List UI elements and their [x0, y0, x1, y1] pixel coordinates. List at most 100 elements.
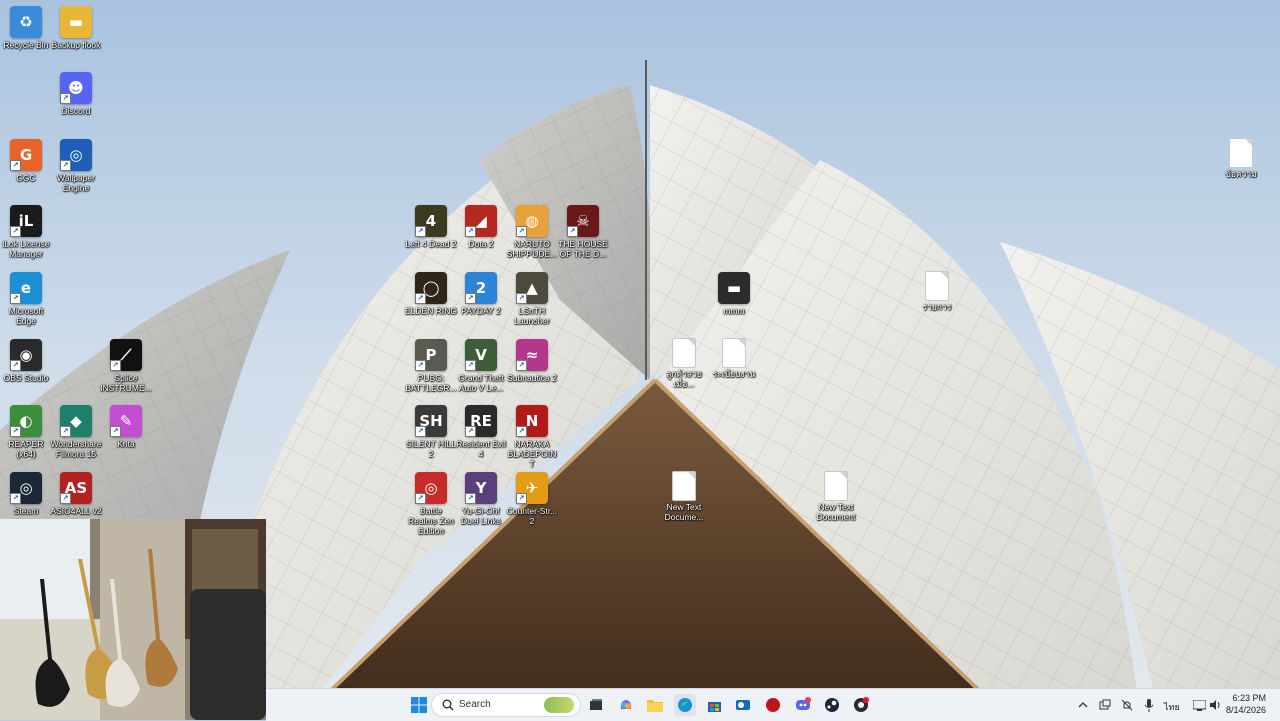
l4d2-icon: 4 ↗: [415, 205, 447, 237]
microphone-tray-button[interactable]: [1138, 694, 1160, 716]
copilot-button[interactable]: [615, 694, 637, 716]
desktop-icon-file-th1[interactable]: ลูกค้าสวยเมื่อ...: [658, 339, 710, 389]
taskbar-search-box[interactable]: Search: [431, 693, 581, 717]
desktop-icon-obs[interactable]: ◉ ↗ OBS Studio: [0, 339, 52, 383]
desktop-icon-house-dead[interactable]: ☠ ↗ THE HOUSE OF THE D...: [557, 205, 609, 259]
desktop-icon-label: ข้อความ: [1225, 169, 1257, 179]
desktop-icon-label: Left 4 Dead 2: [405, 239, 457, 249]
desktop-icon-naraka[interactable]: N ↗ NARAKA BLADEPOINT: [506, 405, 558, 469]
desktop-icon-backup-flook[interactable]: ▬ Backup flook: [50, 6, 102, 50]
desktop-icon-cs2[interactable]: ✈ ↗ Counter-Str... 2: [506, 472, 558, 526]
desktop-icon-label: Steam: [13, 506, 39, 516]
desktop-icon-subnautica2[interactable]: ≈ ↗ Subnautica 2: [506, 339, 558, 383]
desktop-icon-naruto[interactable]: ◍ ↗ NARUTO SHIPPUDE...: [506, 205, 558, 259]
sync-tray-button[interactable]: [1094, 694, 1116, 716]
desktop-icon-new-text-2[interactable]: New Text Document: [810, 472, 862, 522]
desktop-icon-discord[interactable]: ☻ ↗ Discord: [50, 72, 102, 116]
text-file-icon: [673, 472, 695, 500]
desktop-icon-dota2[interactable]: ◢ ↗ Dota 2: [455, 205, 507, 249]
search-placeholder: Search: [459, 699, 491, 710]
desktop-icon-pubg[interactable]: P ↗ PUBG: BATTLEGR...: [405, 339, 457, 393]
desktop-icon-steam[interactable]: ◎ ↗ Steam: [0, 472, 52, 516]
copilot-icon: [620, 700, 632, 709]
desktop-icon-filmora[interactable]: ◆ ↗ Wondershare Filmora 15: [50, 405, 102, 459]
desktop-icon-label: Splice INSTRUME...: [100, 373, 152, 393]
shortcut-arrow-icon: ↗: [465, 493, 476, 504]
desktop-icon-krita[interactable]: ✎ ↗ Krita: [100, 405, 152, 449]
desktop-icon-l4d2[interactable]: 4 ↗ Left 4 Dead 2: [405, 205, 457, 249]
shortcut-arrow-icon: ↗: [10, 293, 21, 304]
desktop-icon-label: Counter-Str... 2: [506, 506, 558, 526]
record-button[interactable]: [762, 694, 784, 716]
desktop-icon-label: Recycle Bin: [3, 40, 49, 50]
shortcut-arrow-icon: ↗: [60, 160, 71, 171]
desktop-icon-label: GGC: [16, 173, 36, 183]
house-dead-icon: ☠ ↗: [567, 205, 599, 237]
obs-taskbar-button[interactable]: [850, 694, 872, 716]
notification-tray-button[interactable]: [1116, 694, 1138, 716]
desktop-icon-reaper[interactable]: ◐ ↗ REAPER (x64): [0, 405, 52, 459]
pubg-icon: P ↗: [415, 339, 447, 371]
shortcut-arrow-icon: ↗: [415, 426, 426, 437]
desktop-icon-label: รายการ: [922, 302, 952, 312]
edge-taskbar-button[interactable]: [674, 694, 696, 716]
file-explorer-button[interactable]: [644, 694, 666, 716]
yugioh-icon: Y ↗: [465, 472, 497, 504]
chevron-up-icon: [1078, 702, 1088, 708]
desktop-icon-file-th2[interactable]: ระเบียบงาน: [708, 339, 760, 379]
outlook-button[interactable]: [732, 694, 754, 716]
krita-icon: ✎ ↗: [110, 405, 142, 437]
desktop-icon-payday2[interactable]: 2 ↗ PAYDAY 2: [455, 272, 507, 316]
discord-icon: ☻ ↗: [60, 72, 92, 104]
desktop-icon-elden-ring[interactable]: ◯ ↗ ELDEN RING: [405, 272, 457, 316]
desktop-icon-lsnth[interactable]: ▲ ↗ LSnTH Launcher: [506, 272, 558, 326]
clock-date[interactable]: 8/14/2026: [1218, 705, 1266, 715]
desktop-icon-label: SILENT HILL 2: [406, 439, 456, 459]
desktop-icon-silent-hill2[interactable]: SH ↗ SILENT HILL 2: [405, 405, 457, 459]
reaper-icon: ◐ ↗: [10, 405, 42, 437]
gta5-icon: V ↗: [465, 339, 497, 371]
record-icon: [766, 698, 780, 712]
desktop-icon-file-th3[interactable]: รายการ: [911, 272, 963, 312]
webcam-overlay: [0, 519, 266, 720]
elden-ring-icon: ◯ ↗: [415, 272, 447, 304]
desktop-icon-file-top-right[interactable]: ข้อความ: [1215, 139, 1267, 179]
desktop-icon-label: Backup flook: [51, 40, 101, 50]
desktop-icon-asio4all[interactable]: AS↗ASIO4ALL v2 ...: [50, 472, 102, 526]
desktop-icon-yugioh[interactable]: Y ↗ Yu-Gi-Oh! Duel Links: [455, 472, 507, 526]
task-view-button[interactable]: [585, 694, 607, 716]
outlook-icon: [736, 700, 750, 710]
desktop-icon-splice[interactable]: ⟋ ↗ Splice INSTRUME...: [100, 339, 152, 393]
shortcut-arrow-icon: ↗: [465, 360, 476, 371]
desktop-icon-gta5[interactable]: V ↗ Grand Theft Auto V Le...: [455, 339, 507, 393]
desktop-icon-label: PAYDAY 2: [461, 306, 501, 316]
desktop-icon-label: mmm: [723, 306, 745, 316]
desktop-icon-label: ลูกค้าสวยเมื่อ...: [666, 369, 702, 389]
silent-hill2-icon: SH ↗: [415, 405, 447, 437]
start-button[interactable]: [408, 694, 430, 716]
clock-time[interactable]: 6:23 PM: [1224, 693, 1266, 703]
desktop-icon-label: THE HOUSE OF THE D...: [558, 239, 608, 259]
shortcut-arrow-icon: ↗: [10, 360, 21, 371]
desktop-icon-re4[interactable]: RE ↗ Resident Evil 4: [455, 405, 507, 459]
ilok-icon: iL ↗: [10, 205, 42, 237]
input-language[interactable]: ไทย: [1164, 700, 1180, 714]
backup-flook-icon: ▬: [60, 6, 92, 38]
desktop-icon-ggc[interactable]: G ↗ GGC: [0, 139, 52, 183]
desktop-icon-recycle-bin[interactable]: ♻ Recycle Bin: [0, 6, 52, 50]
desktop-icon-label: REAPER (x64): [8, 439, 44, 459]
desktop-icon-mmm[interactable]: ▬ mmm: [708, 272, 760, 316]
desktop-icon-label: New Text Document: [816, 502, 856, 522]
desktop-icon-ilok[interactable]: iL ↗ iLok License Manager: [0, 205, 52, 259]
text-file-icon: [723, 339, 745, 367]
desktop-icon-battle-realms[interactable]: ◎ ↗ Battle Realms Zen Edition: [405, 472, 457, 536]
discord-taskbar-button[interactable]: [792, 694, 814, 716]
steam-taskbar-button[interactable]: [821, 694, 843, 716]
desktop-icon-label: NARAKA BLADEPOINT: [507, 439, 557, 469]
desktop-icon-wallpaper-engine[interactable]: ◎ ↗ Wallpaper Engine: [50, 139, 102, 193]
desktop-icon-edge[interactable]: e ↗ Microsoft Edge: [0, 272, 52, 326]
desktop-icon-new-text-1[interactable]: New Text Docume...: [658, 472, 710, 522]
show-hidden-icons-button[interactable]: [1072, 694, 1094, 716]
splice-icon: ⟋ ↗: [110, 339, 142, 371]
store-button[interactable]: [703, 694, 725, 716]
